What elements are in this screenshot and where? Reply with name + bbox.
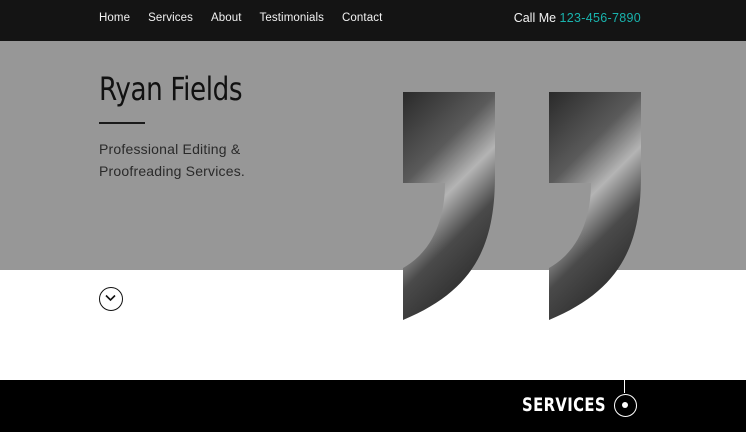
phone-number-link[interactable]: 123-456-7890 [560, 11, 641, 25]
services-heading: SERVICES [522, 394, 606, 416]
chevron-down-icon [105, 294, 116, 302]
section-connector-line [624, 380, 625, 393]
tagline-line-1: Professional Editing & [99, 141, 241, 157]
nav-home-link[interactable]: Home [99, 12, 130, 24]
scroll-down-button[interactable] [99, 287, 123, 311]
tagline-line-2: Proofreading Services. [99, 163, 246, 179]
title-divider [99, 122, 145, 124]
closing-quote-mark-icon [403, 92, 641, 320]
call-me-label: Call Me [513, 11, 557, 25]
hero-tagline: Professional Editing & Proofreading Serv… [99, 138, 299, 182]
main-nav: Home Services About Testimonials Contact [99, 12, 382, 24]
quote-right-glyph [549, 92, 641, 320]
nav-services-link[interactable]: Services [148, 12, 193, 24]
page-title: Ryan Fields [99, 70, 243, 108]
call-me-contact: Call Me 123-456-7890 [514, 11, 641, 25]
quote-left-glyph [403, 92, 495, 320]
nav-testimonials-link[interactable]: Testimonials [260, 12, 324, 24]
nav-contact-link[interactable]: Contact [342, 12, 382, 24]
dot-circle-icon [622, 402, 628, 408]
nav-about-link[interactable]: About [211, 12, 242, 24]
top-navigation-bar: Home Services About Testimonials Contact… [0, 0, 746, 41]
services-marker-button[interactable] [614, 394, 637, 417]
